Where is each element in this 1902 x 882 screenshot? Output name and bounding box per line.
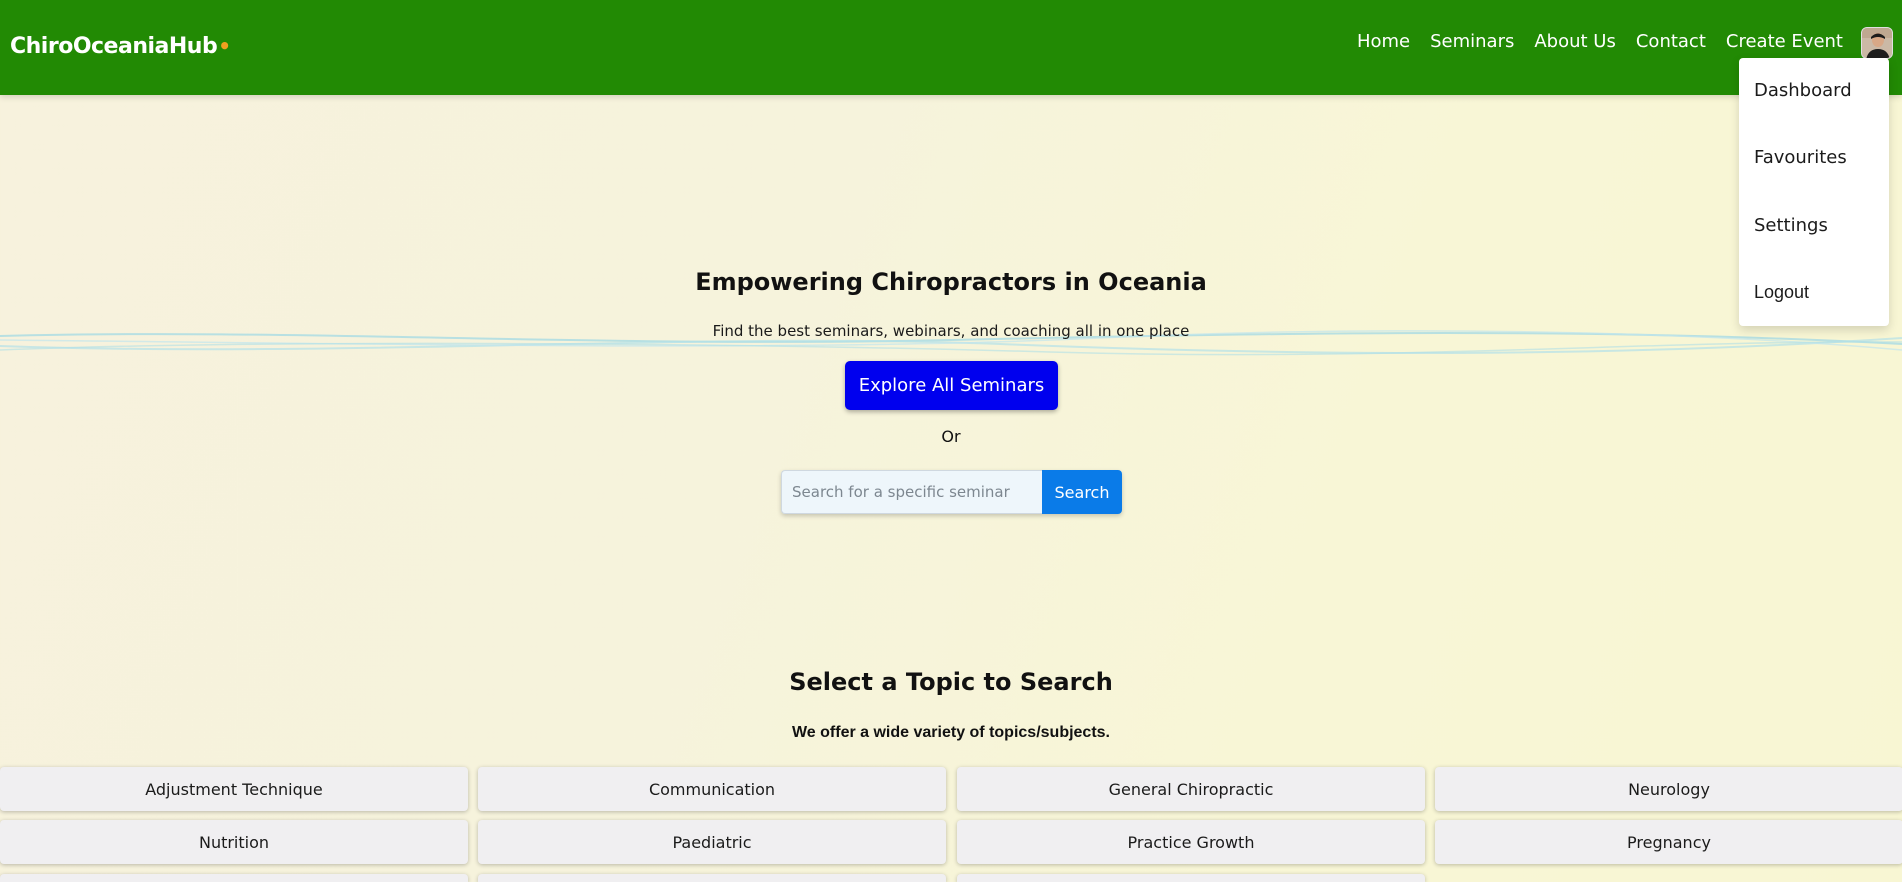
hero-subtitle: Find the best seminars, webinars, and co… [712, 322, 1190, 340]
top-navbar: ChiroOceaniaHub• Home Seminars About Us … [0, 0, 1902, 95]
topic-row-partial[interactable] [478, 874, 946, 882]
topic-practice-growth[interactable]: Practice Growth [957, 820, 1425, 864]
topics-section-subtitle: We offer a wide variety of topics/subjec… [791, 724, 1110, 741]
hero-title: Empowering Chiropractors in Oceania [695, 268, 1207, 296]
topic-adjustment-technique[interactable]: Adjustment Technique [0, 767, 468, 811]
menu-item-logout[interactable]: Logout [1754, 282, 1809, 303]
topic-communication[interactable]: Communication [478, 767, 946, 811]
nav-link-about-us[interactable]: About Us [1534, 31, 1616, 52]
brand-name: ChiroOceaniaHub [10, 34, 218, 59]
nav-link-contact[interactable]: Contact [1636, 31, 1706, 52]
nav-links: Home Seminars About Us Contact Create Ev… [1357, 28, 1843, 54]
brand-dot-icon: • [218, 34, 231, 58]
nav-link-home[interactable]: Home [1357, 31, 1410, 52]
brand-logo[interactable]: ChiroOceaniaHub• [10, 34, 231, 59]
topics-section-title: Select a Topic to Search [789, 668, 1113, 696]
topic-pregnancy[interactable]: Pregnancy [1435, 820, 1902, 864]
menu-item-favourites[interactable]: Favourites [1754, 147, 1847, 168]
explore-all-seminars-button[interactable]: Explore All Seminars [845, 361, 1058, 410]
topic-row-partial[interactable] [0, 874, 468, 882]
topic-general-chiropractic[interactable]: General Chiropractic [957, 767, 1425, 811]
or-divider-text: Or [941, 427, 961, 446]
topic-nutrition[interactable]: Nutrition [0, 820, 468, 864]
seminar-search-input[interactable] [781, 470, 1042, 514]
nav-link-seminars[interactable]: Seminars [1430, 31, 1514, 52]
topic-row-partial[interactable] [957, 874, 1425, 882]
nav-link-create-event[interactable]: Create Event [1726, 31, 1843, 52]
topic-neurology[interactable]: Neurology [1435, 767, 1902, 811]
topic-paediatric[interactable]: Paediatric [478, 820, 946, 864]
menu-item-settings[interactable]: Settings [1754, 215, 1828, 236]
menu-item-dashboard[interactable]: Dashboard [1754, 80, 1852, 101]
user-avatar[interactable] [1861, 27, 1893, 59]
search-button[interactable]: Search [1042, 470, 1122, 514]
user-dropdown-menu: Dashboard Favourites Settings Logout [1739, 58, 1889, 326]
seminar-search-form: Search [781, 470, 1122, 514]
avatar-photo-icon [1862, 28, 1892, 58]
